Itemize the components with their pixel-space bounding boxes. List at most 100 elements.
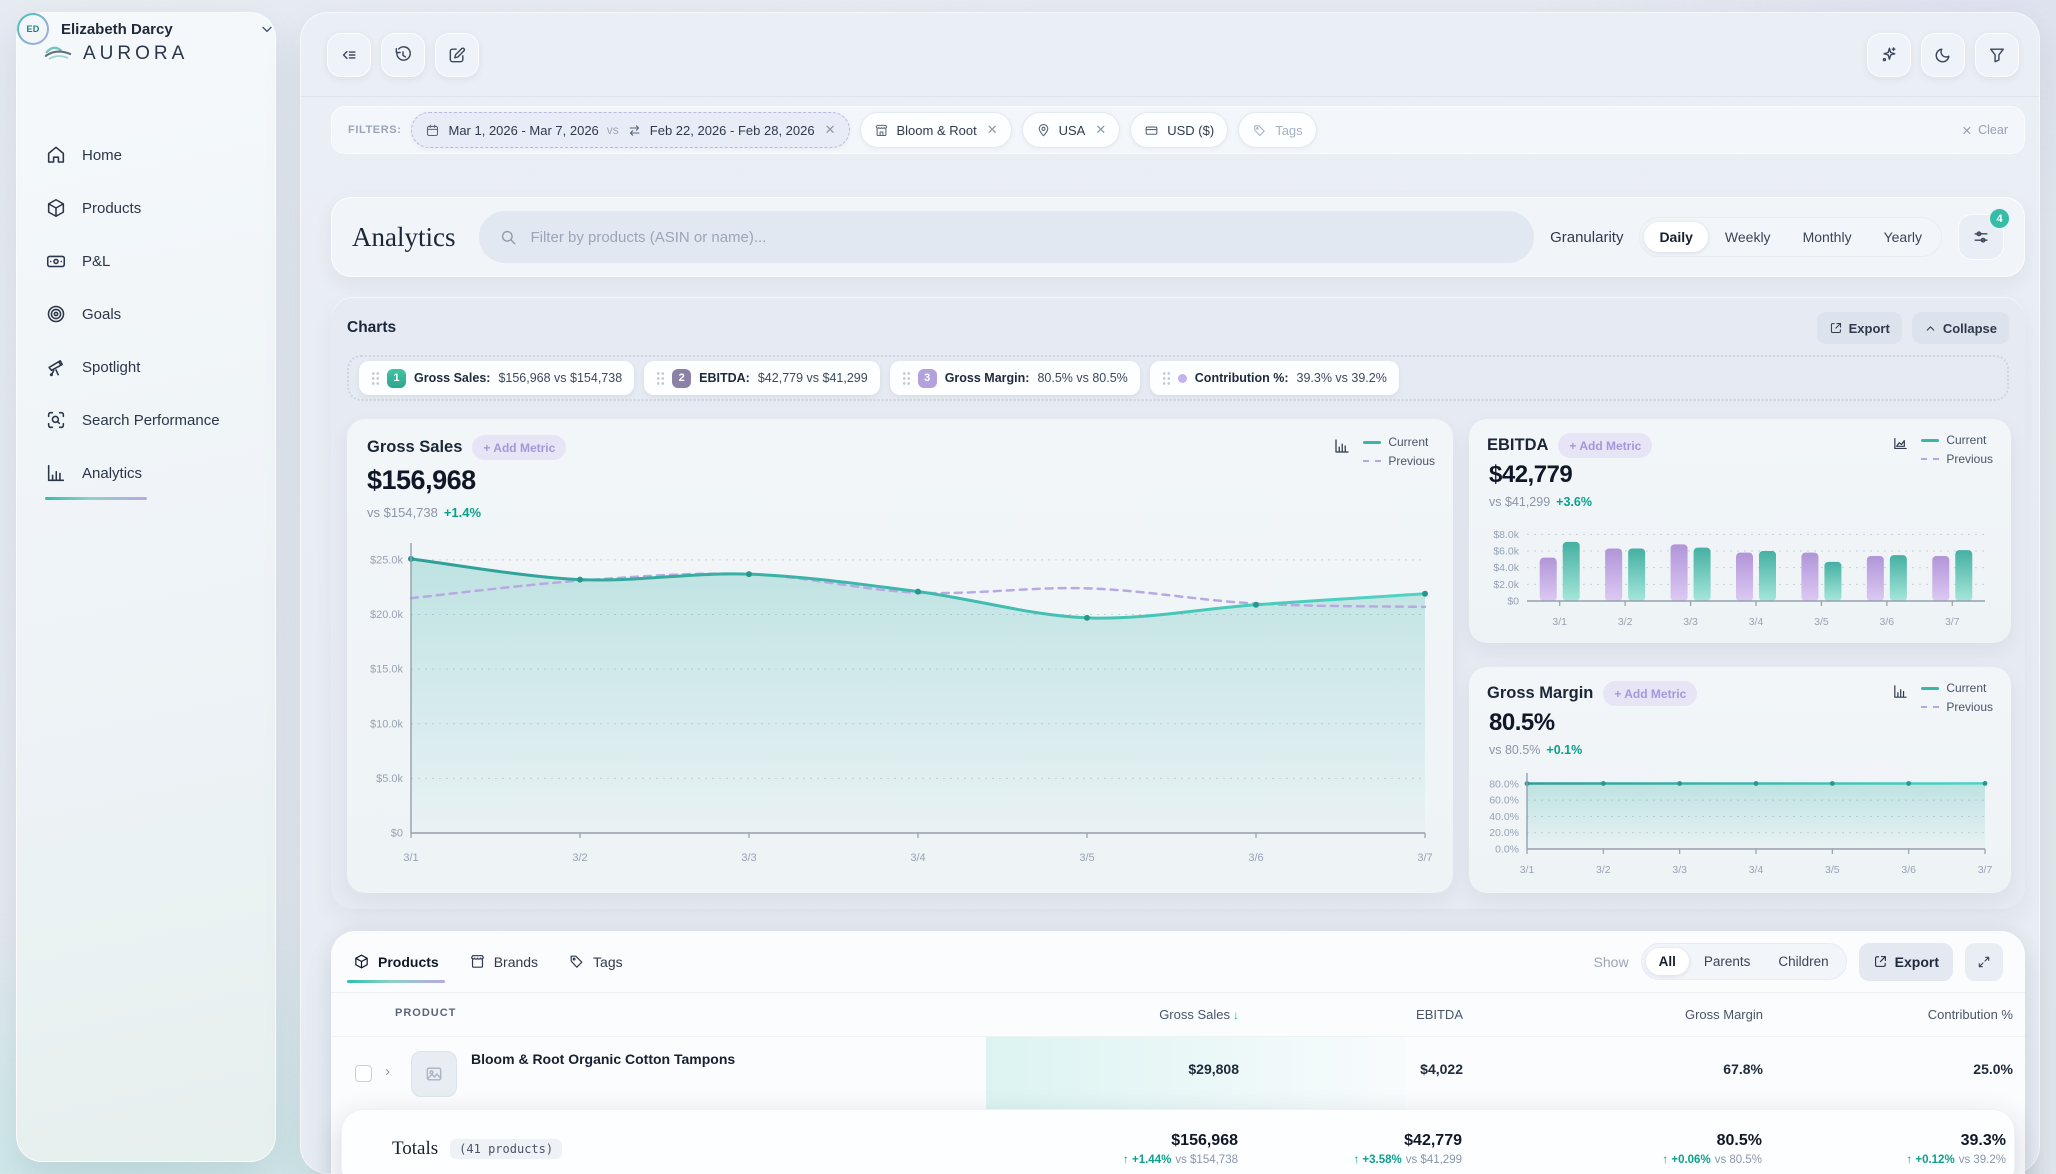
- card-title: Gross Margin: [1487, 684, 1593, 703]
- gross-sales-value: $156,968: [367, 465, 476, 496]
- ai-assistant-button[interactable]: [1867, 33, 1911, 77]
- svg-text:0.0%: 0.0%: [1495, 844, 1519, 856]
- currency-filter-chip[interactable]: USD ($): [1130, 112, 1228, 148]
- chart-type-icon[interactable]: [1892, 683, 1909, 700]
- svg-text:$15.0k: $15.0k: [370, 664, 404, 676]
- avatar-initials: ED: [19, 15, 47, 43]
- funnel-icon: [1987, 45, 2007, 65]
- chart-legend: Current Previous: [1921, 681, 1993, 714]
- column-gross-sales[interactable]: Gross Sales↓: [1159, 1007, 1239, 1022]
- currency-icon: [1144, 123, 1159, 138]
- granularity-yearly[interactable]: Yearly: [1869, 222, 1937, 252]
- row-checkbox[interactable]: [355, 1065, 372, 1082]
- user-menu[interactable]: ED Elizabeth Darcy: [17, 13, 275, 45]
- table-expand-button[interactable]: [1965, 943, 2003, 981]
- brand-chip-close-icon[interactable]: ✕: [987, 122, 998, 138]
- svg-text:3/2: 3/2: [1618, 616, 1633, 628]
- chart-type-icon[interactable]: [1333, 437, 1351, 455]
- sidebar-nav: Home Products P&L Goals Spotlight Search…: [45, 135, 261, 513]
- charts-collapse-button[interactable]: Collapse: [1912, 312, 2009, 344]
- sidebar-item-home[interactable]: Home: [45, 135, 261, 175]
- granularity-monthly[interactable]: Monthly: [1788, 222, 1867, 252]
- charts-section-header: Charts Export Collapse: [347, 311, 2009, 345]
- add-metric-button[interactable]: + Add Metric: [1603, 681, 1697, 706]
- product-name[interactable]: Bloom & Root Organic Cotton Tampons: [471, 1051, 735, 1067]
- tab-products[interactable]: Products: [353, 931, 439, 993]
- tags-filter-chip[interactable]: Tags: [1238, 112, 1316, 148]
- brand-filter-chip[interactable]: Bloom & Root ✕: [860, 112, 1012, 148]
- sidebar-item-products[interactable]: Products: [45, 188, 261, 228]
- tag-icon: [568, 953, 585, 970]
- granularity-weekly[interactable]: Weekly: [1710, 222, 1786, 252]
- svg-text:3/1: 3/1: [1520, 864, 1535, 876]
- show-all[interactable]: All: [1646, 948, 1689, 975]
- ebitda-chart[interactable]: $0$2.0k$4.0k$6.0k$8.0k3/13/23/33/43/53/6…: [1479, 523, 1999, 635]
- svg-text:3/4: 3/4: [1749, 616, 1764, 628]
- analytics-header-bar: Analytics Granularity Daily Weekly Month…: [331, 197, 2025, 277]
- country-filter-chip[interactable]: USA ✕: [1022, 112, 1121, 148]
- sidebar-item-goals[interactable]: Goals: [45, 294, 261, 334]
- metric-chip-gross-sales[interactable]: 1 Gross Sales: $156,968 vs $154,738: [359, 361, 634, 395]
- sidebar-item-pnl[interactable]: P&L: [45, 241, 261, 281]
- column-ebitda[interactable]: EBITDA: [1416, 1007, 1463, 1022]
- metric-chip-ebitda[interactable]: 2 EBITDA: $42,779 vs $41,299: [644, 361, 880, 395]
- gross-margin-chart[interactable]: 0.0%20.0%40.0%60.0%80.0%3/13/23/33/43/53…: [1479, 771, 1999, 883]
- table-tabs-row: Products Brands Tags Show All Parents Ch…: [331, 931, 2025, 993]
- totals-bar: Totals (41 products) $156,968 ↑ +1.44%vs…: [341, 1109, 2015, 1174]
- sidebar-item-analytics[interactable]: Analytics: [45, 453, 261, 493]
- metric-settings-button[interactable]: 4: [1958, 214, 2004, 260]
- add-metric-button[interactable]: + Add Metric: [472, 435, 566, 460]
- metric-chip-gross-margin[interactable]: 3 Gross Margin: 80.5% vs 80.5%: [890, 361, 1140, 395]
- column-product[interactable]: PRODUCT: [395, 1007, 456, 1019]
- date-chip-close-icon[interactable]: ✕: [825, 122, 836, 138]
- tab-brands[interactable]: Brands: [469, 931, 538, 993]
- gross-sales-card-header: Gross Sales + Add Metric Current Previou…: [367, 435, 1435, 468]
- product-search[interactable]: [479, 211, 1534, 263]
- collapse-sidebar-button[interactable]: [327, 33, 371, 77]
- page-title: Analytics: [352, 222, 455, 253]
- filters-bar: FILTERS: Mar 1, 2026 - Mar 7, 2026 vs Fe…: [331, 106, 2025, 154]
- ebitda-chart-card: EBITDA + Add Metric Current Previous $42…: [1469, 419, 2011, 643]
- clear-filters-button[interactable]: ✕ Clear: [1962, 123, 2008, 138]
- charts-export-button[interactable]: Export: [1817, 312, 1902, 344]
- dark-mode-button[interactable]: [1921, 33, 1965, 77]
- svg-text:3/4: 3/4: [1749, 864, 1764, 876]
- current-swatch: [1363, 441, 1381, 444]
- app-logo: AURORA: [43, 43, 188, 65]
- svg-text:3/2: 3/2: [572, 852, 587, 864]
- search-input[interactable]: [530, 229, 1514, 246]
- tag-icon: [1252, 123, 1267, 138]
- gross-sales-comparison: vs $154,738+1.4%: [367, 505, 481, 520]
- column-contribution[interactable]: Contribution %: [1928, 1007, 2013, 1022]
- row-expand-icon[interactable]: ›: [385, 1063, 390, 1080]
- sidebar-item-search-performance[interactable]: Search Performance: [45, 400, 261, 440]
- column-gross-margin[interactable]: Gross Margin: [1685, 1007, 1763, 1022]
- show-parents[interactable]: Parents: [1691, 948, 1764, 975]
- card-title: EBITDA: [1487, 436, 1548, 455]
- chart-legend: Current Previous: [1921, 433, 1993, 466]
- card-title: Gross Sales: [367, 438, 462, 457]
- filter-button[interactable]: [1975, 33, 2019, 77]
- drag-handle-icon[interactable]: [656, 371, 664, 385]
- add-metric-button[interactable]: + Add Metric: [1558, 433, 1652, 458]
- table-export-button[interactable]: Export: [1859, 943, 1953, 981]
- moon-icon: [1933, 45, 1953, 65]
- history-button[interactable]: [381, 33, 425, 77]
- drag-handle-icon[interactable]: [902, 371, 910, 385]
- row-gross-sales: $29,808: [1188, 1061, 1239, 1077]
- image-icon: [424, 1064, 444, 1084]
- chart-type-icon[interactable]: [1892, 435, 1909, 452]
- compose-button[interactable]: [435, 33, 479, 77]
- country-chip-close-icon[interactable]: ✕: [1095, 122, 1106, 138]
- drag-handle-icon[interactable]: [1162, 371, 1170, 385]
- drag-handle-icon[interactable]: [371, 371, 379, 385]
- date-range-chip[interactable]: Mar 1, 2026 - Mar 7, 2026 vs Feb 22, 202…: [411, 112, 849, 148]
- history-icon: [393, 45, 413, 65]
- metric-chip-contribution[interactable]: Contribution %: 39.3% vs 39.2%: [1150, 361, 1399, 395]
- show-children[interactable]: Children: [1765, 948, 1841, 975]
- gross-sales-chart[interactable]: $0$5.0k$10.0k$15.0k$20.0k$25.0k3/13/23/3…: [355, 531, 1445, 883]
- svg-text:3/3: 3/3: [741, 852, 756, 864]
- granularity-daily[interactable]: Daily: [1644, 222, 1707, 252]
- tab-tags[interactable]: Tags: [568, 931, 623, 993]
- sidebar-item-spotlight[interactable]: Spotlight: [45, 347, 261, 387]
